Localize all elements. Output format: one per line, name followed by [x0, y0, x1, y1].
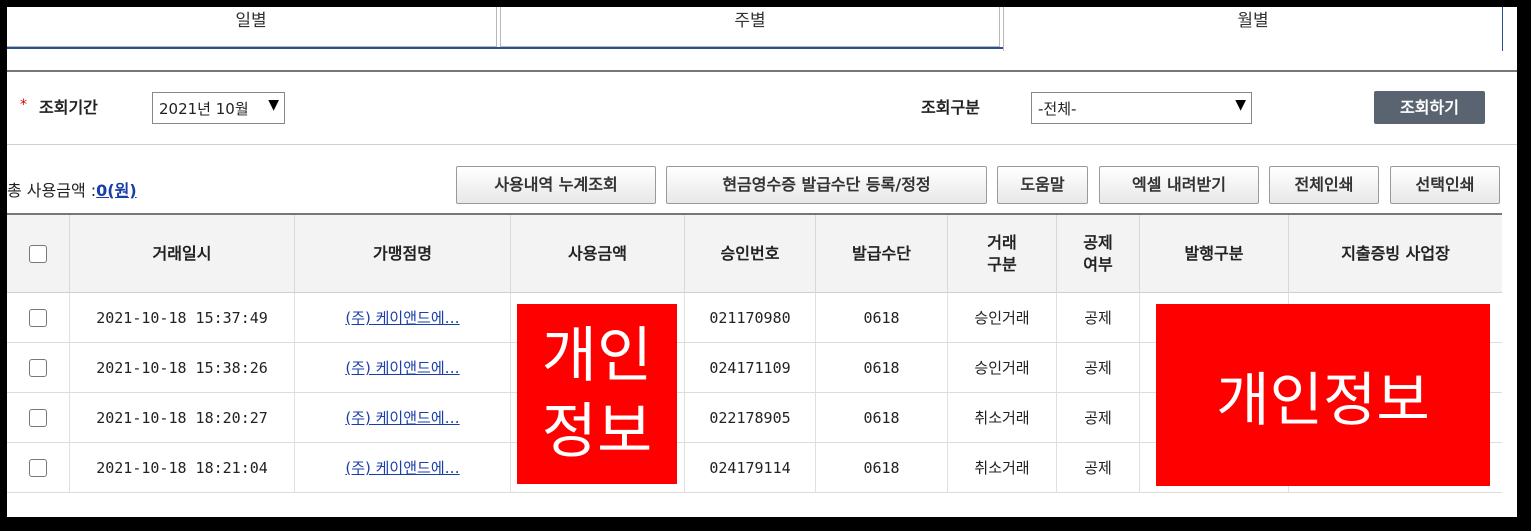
help-button[interactable]: 도움말 [997, 166, 1088, 204]
cell-datetime: 2021-10-18 15:38:26 [69, 343, 294, 392]
header-deduction: 공제 여부 [1056, 215, 1139, 293]
header-business: 지출증빙 사업장 [1288, 215, 1502, 293]
cell-approval: 021170980 [684, 293, 815, 342]
cell-type: 승인거래 [947, 343, 1056, 392]
total-value-link[interactable]: 0(원) [96, 181, 136, 200]
search-panel: * 조회기간 2021년 10월 ▼ 조회구분 -전체- ▼ 조회하기 [7, 70, 1517, 145]
tab-monthly[interactable]: 월별 [1003, 7, 1503, 51]
header-datetime: 거래일시 [69, 215, 294, 293]
row-checkbox[interactable] [29, 358, 47, 377]
cell-merchant: (주) 케이앤드에… [294, 343, 510, 392]
chevron-down-icon: ▼ [1235, 97, 1246, 113]
total-label: 총 사용금액 : [7, 181, 97, 200]
cell-merchant: (주) 케이앤드에… [294, 443, 510, 492]
required-mark: * [20, 97, 27, 113]
cell-type: 취소거래 [947, 393, 1056, 442]
merchant-link[interactable]: (주) 케이앤드에… [345, 357, 459, 378]
cell-merchant: (주) 케이앤드에… [294, 293, 510, 342]
merchant-link[interactable]: (주) 케이앤드에… [345, 407, 459, 428]
header-amount: 사용금액 [510, 215, 684, 293]
print-all-button[interactable]: 전체인쇄 [1269, 166, 1379, 204]
row-checkbox[interactable] [29, 308, 47, 327]
cell-approval: 024171109 [684, 343, 815, 392]
row-checkbox-cell [7, 343, 69, 392]
type-select[interactable]: -전체- ▼ [1031, 92, 1252, 124]
tab-weekly[interactable]: 주별 [500, 7, 1000, 47]
header-type: 거래 구분 [947, 215, 1056, 293]
cell-deduction: 공제 [1056, 443, 1139, 492]
cell-method: 0618 [815, 293, 947, 342]
cell-datetime: 2021-10-18 18:21:04 [69, 443, 294, 492]
screen: 일별 주별 월별 * 조회기간 2021년 10월 ▼ 조회구분 -전체- ▼ … [7, 7, 1517, 517]
row-checkbox[interactable] [29, 408, 47, 427]
cell-approval: 022178905 [684, 393, 815, 442]
cell-method: 0618 [815, 393, 947, 442]
cell-deduction: 공제 [1056, 293, 1139, 342]
tab-daily[interactable]: 일별 [7, 7, 497, 47]
excel-download-button[interactable]: 엑셀 내려받기 [1099, 166, 1259, 204]
cell-merchant: (주) 케이앤드에… [294, 393, 510, 442]
cell-deduction: 공제 [1056, 343, 1139, 392]
cell-method: 0618 [815, 343, 947, 392]
merchant-link[interactable]: (주) 케이앤드에… [345, 457, 459, 478]
type-select-value: -전체- [1038, 100, 1077, 118]
header-issue-type: 발행구분 [1139, 215, 1288, 293]
row-checkbox[interactable] [29, 458, 47, 477]
cell-method: 0618 [815, 443, 947, 492]
type-label: 조회구분 [921, 98, 980, 117]
row-checkbox-cell [7, 293, 69, 342]
period-select-value: 2021년 10월 [159, 100, 249, 118]
cell-datetime: 2021-10-18 15:37:49 [69, 293, 294, 342]
cell-type: 취소거래 [947, 443, 1056, 492]
tab-divider [7, 47, 1003, 49]
chevron-down-icon: ▼ [268, 97, 279, 113]
cell-datetime: 2021-10-18 18:20:27 [69, 393, 294, 442]
header-method: 발급수단 [815, 215, 947, 293]
redaction-issuer: 개인정보 [1156, 304, 1490, 486]
header-merchant: 가맹점명 [294, 215, 510, 293]
select-all-checkbox[interactable] [29, 245, 47, 263]
header-approval: 승인번호 [684, 215, 815, 293]
row-checkbox-cell [7, 393, 69, 442]
period-select[interactable]: 2021년 10월 ▼ [152, 92, 285, 124]
merchant-link[interactable]: (주) 케이앤드에… [345, 307, 459, 328]
table-header: 거래일시 가맹점명 사용금액 승인번호 발급수단 거래 구분 공제 여부 발행구… [7, 213, 1502, 293]
cell-approval: 024179114 [684, 443, 815, 492]
row-checkbox-cell [7, 443, 69, 492]
search-button[interactable]: 조회하기 [1374, 91, 1485, 124]
print-selected-button[interactable]: 선택인쇄 [1390, 166, 1500, 204]
register-issue-method-button[interactable]: 현금영수증 발급수단 등록/정정 [666, 166, 987, 204]
period-label: 조회기간 [39, 98, 98, 117]
cumulative-inquiry-button[interactable]: 사용내역 누계조회 [456, 166, 656, 204]
total-amount: 총 사용금액 :0(원) [7, 177, 137, 201]
cell-type: 승인거래 [947, 293, 1056, 342]
cell-deduction: 공제 [1056, 393, 1139, 442]
redaction-amount: 개인 정보 [517, 304, 677, 484]
period-tabs: 일별 주별 월별 [7, 7, 1517, 51]
header-checkbox-cell [7, 215, 69, 293]
